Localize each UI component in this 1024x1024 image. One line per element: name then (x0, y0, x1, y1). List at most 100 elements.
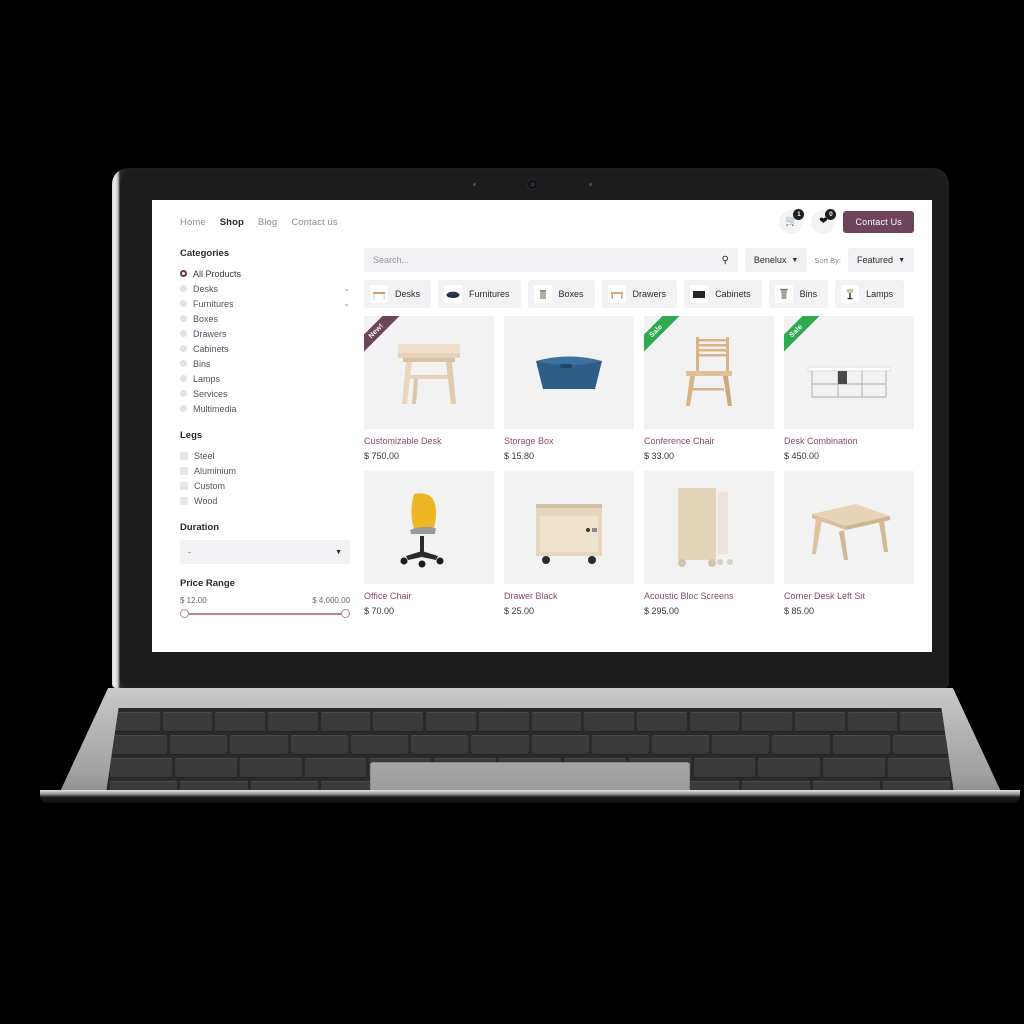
product-name[interactable]: Drawer Black (504, 591, 634, 601)
category-item-all-products[interactable]: All Products (180, 266, 350, 281)
product-card[interactable]: Storage Box $ 15.80 (504, 316, 634, 461)
duration-select[interactable]: - ▼ (180, 540, 350, 564)
category-item-multimedia[interactable]: Multimedia (180, 401, 350, 416)
checkbox-icon[interactable] (180, 481, 188, 490)
chip-bins[interactable]: Bins (768, 280, 829, 308)
chip-cabinets[interactable]: Cabinets (684, 280, 762, 308)
product-price: $ 750.00 (364, 451, 400, 461)
price-max-value: $ 4,000.00 (312, 596, 350, 605)
radio-icon (180, 285, 187, 292)
category-item-cabinets[interactable]: Cabinets (180, 341, 350, 356)
price-range-slider[interactable] (180, 609, 350, 619)
chevron-down-icon[interactable]: ⌄ (343, 299, 350, 308)
category-label: Furnitures (193, 298, 234, 309)
nav-item-contact-us[interactable]: Contact us (291, 217, 337, 228)
product-card[interactable]: Drawer Black $ 25.00 (504, 471, 634, 616)
product-image[interactable] (504, 471, 634, 584)
search-box[interactable]: ⚲ (364, 248, 738, 272)
sort-value: Featured (857, 255, 894, 265)
cart-button[interactable]: 🛒 1 (779, 209, 805, 234)
key (350, 735, 409, 755)
product-card[interactable]: Office Chair $ 70.00 (364, 471, 494, 616)
category-item-lamps[interactable]: Lamps (180, 371, 350, 386)
product-price: $ 85.00 (784, 606, 815, 616)
chip-boxes[interactable]: Boxes (527, 280, 595, 308)
product-card[interactable]: New! Customizable Desk $ 750.00 (364, 316, 494, 461)
checkbox-icon[interactable] (180, 466, 188, 475)
product-name[interactable]: Desk Combination (784, 436, 914, 446)
bin-icon (774, 285, 793, 303)
category-item-furnitures[interactable]: Furnitures ⌄ (180, 296, 350, 311)
chip-furnitures[interactable]: Furnitures (438, 280, 521, 308)
product-card[interactable]: Sale (784, 316, 914, 461)
search-icon[interactable]: ⚲ (722, 255, 729, 266)
legs-item-custom[interactable]: Custom (180, 478, 350, 493)
product-name[interactable]: Acoustic Bloc Screens (644, 591, 774, 601)
key (162, 712, 213, 732)
legs-heading: Legs (180, 430, 203, 441)
product-card[interactable]: Sale (644, 316, 774, 461)
legs-item-steel[interactable]: Steel (180, 448, 350, 463)
slider-handle-max[interactable] (341, 609, 350, 618)
lamp-icon (841, 285, 860, 303)
chip-desks[interactable]: Desks (364, 280, 432, 308)
product-price: $ 25.00 (504, 606, 535, 616)
product-image[interactable] (504, 316, 634, 429)
product-image[interactable] (364, 471, 494, 584)
product-name[interactable]: Storage Box (504, 436, 634, 446)
product-name[interactable]: Customizable Desk (364, 436, 494, 446)
slider-handle-min[interactable] (180, 609, 189, 618)
bezel-top (120, 172, 945, 196)
cart-count-badge: 1 (793, 209, 805, 220)
blue-storage-box-photo (536, 356, 602, 389)
product-name[interactable]: Office Chair (364, 591, 494, 601)
key (230, 735, 288, 755)
contact-us-button[interactable]: Contact Us (843, 211, 914, 233)
legs-item-aluminium[interactable]: Aluminium (180, 463, 350, 478)
nav-item-blog[interactable]: Blog (258, 217, 277, 228)
chip-label: Lamps (866, 289, 894, 299)
search-input[interactable] (373, 255, 722, 265)
chip-label: Cabinets (715, 289, 751, 299)
nav-item-shop[interactable]: Shop (220, 217, 244, 228)
sort-dropdown[interactable]: Featured ▼ (848, 248, 914, 272)
wishlist-button[interactable]: ❤ 0 (811, 209, 837, 234)
checkbox-icon[interactable] (180, 451, 188, 460)
legs-list: Steel Aluminium Custom Wood (180, 448, 350, 508)
chip-label: Furnitures (469, 289, 510, 299)
category-item-bins[interactable]: Bins (180, 356, 350, 371)
region-dropdown[interactable]: Benelux ▼ (744, 248, 808, 272)
product-image[interactable]: Sale (784, 316, 914, 429)
category-item-boxes[interactable]: Boxes (180, 311, 350, 326)
product-image[interactable]: New! (364, 316, 494, 429)
checkbox-icon[interactable] (180, 496, 188, 505)
product-name[interactable]: Conference Chair (644, 436, 774, 446)
category-item-drawers[interactable]: Drawers (180, 326, 350, 341)
chip-lamps[interactable]: Lamps (835, 280, 905, 308)
nav-item-home[interactable]: Home (180, 217, 206, 228)
main-nav: Home Shop Blog Contact us (180, 217, 338, 228)
chip-drawers[interactable]: Drawers (601, 280, 678, 308)
keyboard-row (110, 712, 950, 732)
key (215, 712, 266, 732)
product-card[interactable]: Corner Desk Left Sit $ 85.00 (784, 471, 914, 616)
key (693, 758, 756, 778)
product-image[interactable] (644, 471, 774, 584)
category-item-services[interactable]: Services (180, 386, 350, 401)
key (636, 712, 687, 732)
category-item-desks[interactable]: Desks ⌄ (180, 281, 350, 296)
key (110, 735, 168, 755)
legs-item-wood[interactable]: Wood (180, 493, 350, 508)
product-name[interactable]: Corner Desk Left Sit (784, 591, 914, 601)
chevron-down-icon[interactable]: ⌄ (343, 284, 350, 293)
category-label: Drawers (193, 328, 227, 339)
key (823, 758, 886, 778)
product-image[interactable]: Sale (644, 316, 774, 429)
radio-icon (180, 405, 187, 412)
key (411, 735, 469, 755)
product-image[interactable] (784, 471, 914, 584)
key (742, 712, 792, 732)
box-icon (533, 285, 552, 303)
product-price: $ 33.00 (644, 451, 675, 461)
product-card[interactable]: Acoustic Bloc Screens $ 295.00 (644, 471, 774, 616)
